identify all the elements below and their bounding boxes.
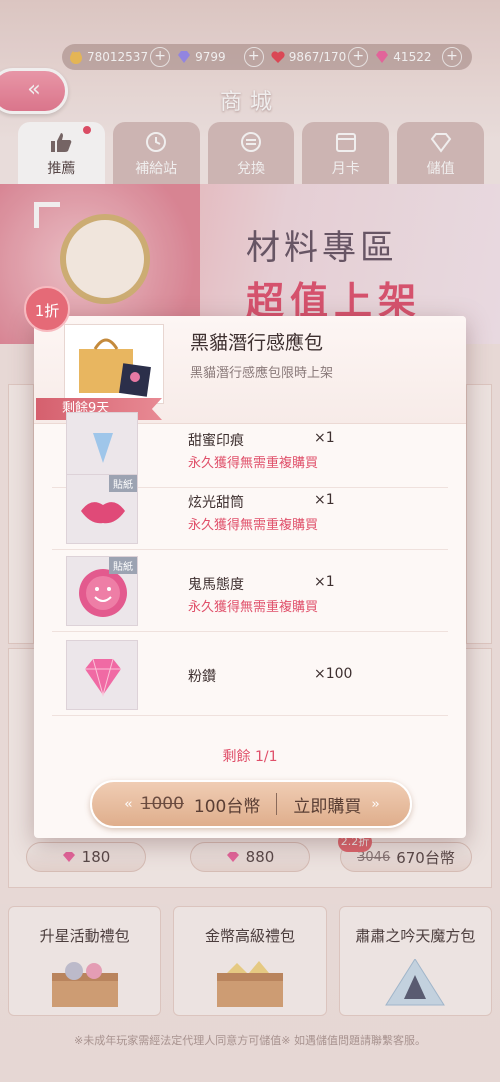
gift-bag-icon [79, 338, 151, 397]
sticker-tag: 貼紙 [109, 475, 137, 492]
item-quantity: ×1 [314, 574, 335, 590]
package-title: 黑貓潛行感應包 [190, 332, 324, 354]
item-image: 貼紙 [66, 556, 138, 626]
item-quantity: ×100 [314, 666, 353, 682]
sticker-tag: 貼紙 [109, 557, 137, 574]
sale-price: 100台幣 [193, 796, 261, 817]
chevrons-left-icon: ‹‹ [124, 796, 133, 812]
divider [276, 793, 278, 815]
item-name: 炫光甜筒 [188, 495, 244, 511]
list-item: 貼紙 炫光甜筒 ×1 永久獲得無需重複購買 [52, 468, 448, 550]
item-note: 永久獲得無需重複購買 [188, 600, 319, 615]
chevrons-right-icon: ›› [371, 796, 380, 812]
original-price: 1000 [140, 794, 184, 814]
item-name: 粉鑽 [188, 669, 216, 685]
item-image: 貼紙 [66, 474, 138, 544]
buy-now-button[interactable]: ‹‹ 1000 100台幣 立即購買 ›› [90, 780, 412, 828]
package-thumbnail [64, 324, 164, 404]
item-name: 甜蜜印痕 [188, 433, 244, 449]
item-note: 永久獲得無需重複購買 [188, 518, 319, 533]
list-item: 貼紙 鬼馬態度 ×1 永久獲得無需重複購買 [52, 550, 448, 632]
package-detail-modal: 黑貓潛行感應包 黑貓潛行感應包限時上架 剩餘9天 甜蜜印痕 ×1 永久獲得無需重… [34, 316, 466, 838]
item-name: 鬼馬態度 [188, 577, 244, 593]
remaining-purchases: 剩餘 1/1 [222, 749, 278, 765]
list-item: 粉鑽 ×100 [52, 634, 448, 716]
item-quantity: ×1 [314, 430, 335, 446]
buy-label: 立即購買 [293, 796, 362, 817]
pink-diamond-icon [85, 658, 121, 697]
item-image [66, 640, 138, 710]
package-subtitle: 黑貓潛行感應包限時上架 [190, 366, 334, 381]
discount-circle: 1折 [24, 286, 70, 332]
item-quantity: ×1 [314, 492, 335, 508]
